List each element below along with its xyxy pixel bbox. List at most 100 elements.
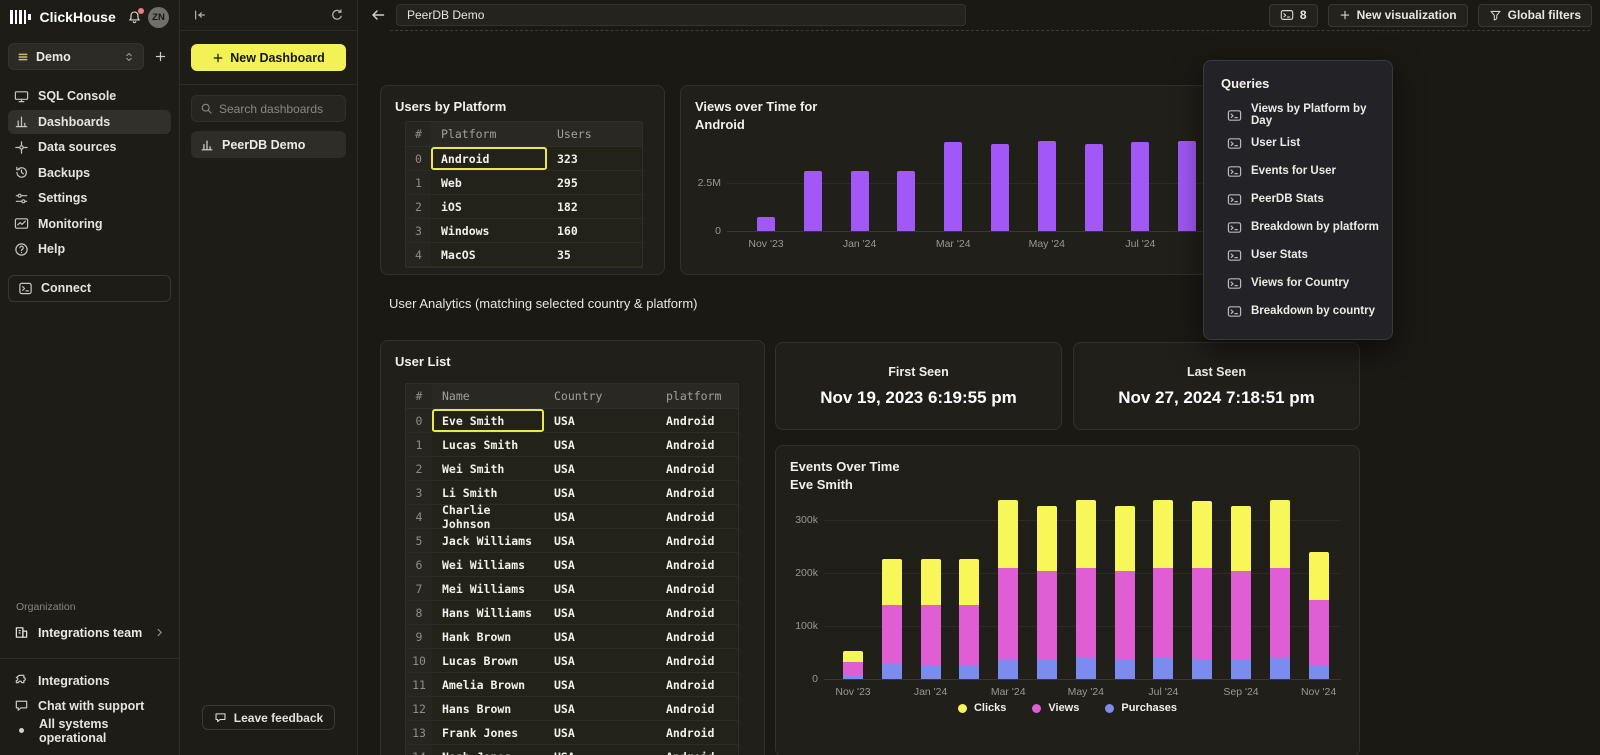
table-cell[interactable]: Lucas Brown [432, 649, 544, 673]
bar-segment[interactable] [1192, 501, 1212, 568]
avatar[interactable]: ZN [148, 7, 169, 28]
bar[interactable] [851, 171, 869, 231]
table-cell[interactable]: Android [656, 577, 738, 601]
table-cell[interactable]: Frank Jones [432, 721, 544, 745]
collapse-panel-icon[interactable] [193, 8, 207, 22]
add-service-button[interactable] [149, 50, 171, 63]
bar-segment[interactable] [998, 500, 1018, 568]
table-cell[interactable]: USA [544, 673, 656, 697]
bar-segment[interactable] [1076, 658, 1096, 679]
table-cell[interactable]: USA [544, 721, 656, 745]
table-cell[interactable]: Android [656, 433, 738, 457]
sidebar-item-monitoring[interactable]: Monitoring [8, 212, 171, 237]
bar-segment[interactable] [921, 605, 941, 665]
bar-segment[interactable] [843, 651, 863, 662]
table-cell[interactable]: Android [431, 147, 547, 171]
table-cell[interactable]: Android [656, 457, 738, 481]
queries-toggle-button[interactable]: 8 [1269, 4, 1318, 27]
table-cell[interactable]: Android [656, 481, 738, 505]
table-cell[interactable]: USA [544, 697, 656, 721]
table-cell[interactable]: USA [544, 481, 656, 505]
bar-segment[interactable] [1115, 659, 1135, 679]
table-cell[interactable]: 182 [547, 195, 642, 219]
query-item-user-list[interactable]: User List [1204, 129, 1392, 157]
service-selector[interactable]: Demo [8, 43, 144, 70]
bar-segment[interactable] [1153, 500, 1173, 567]
bar-segment[interactable] [1076, 568, 1096, 658]
query-item-user-stats[interactable]: User Stats [1204, 241, 1392, 269]
bar[interactable] [757, 217, 775, 231]
bar[interactable] [897, 171, 915, 231]
table-cell[interactable]: Windows [431, 219, 547, 243]
bar-segment[interactable] [1037, 571, 1057, 659]
bar-segment[interactable] [959, 665, 979, 679]
query-item-breakdown-by-platform[interactable]: Breakdown by platform [1204, 213, 1392, 241]
new-dashboard-button[interactable]: New Dashboard [191, 44, 346, 71]
bar-segment[interactable] [1270, 500, 1290, 568]
table-cell[interactable]: 160 [547, 219, 642, 243]
bar-segment[interactable] [1231, 571, 1251, 658]
table-cell[interactable]: Android [656, 625, 738, 649]
table-cell[interactable]: iOS [431, 195, 547, 219]
table-cell[interactable]: Amelia Brown [432, 673, 544, 697]
table-cell[interactable]: Android [656, 649, 738, 673]
dashboard-title-input[interactable] [396, 4, 966, 26]
table-cell[interactable]: Eve Smith [432, 409, 544, 433]
bar[interactable] [1178, 141, 1196, 231]
table-cell[interactable]: USA [544, 553, 656, 577]
query-item-views-for-country[interactable]: Views for Country [1204, 269, 1392, 297]
table-cell[interactable]: USA [544, 409, 656, 433]
new-visualization-button[interactable]: New visualization [1328, 4, 1468, 27]
notifications-bell-icon[interactable] [127, 10, 142, 25]
table-cell[interactable]: Jack Williams [432, 529, 544, 553]
bar-segment[interactable] [1270, 568, 1290, 658]
table-cell[interactable]: USA [544, 601, 656, 625]
bar-segment[interactable] [1037, 506, 1057, 571]
back-arrow-icon[interactable] [370, 7, 386, 23]
query-item-views-by-platform-by-day[interactable]: Views by Platform by Day [1204, 101, 1392, 129]
table-cell[interactable]: USA [544, 577, 656, 601]
bar-segment[interactable] [1153, 568, 1173, 658]
table-cell[interactable]: Android [656, 697, 738, 721]
table-cell[interactable]: Wei Smith [432, 457, 544, 481]
table-cell[interactable]: USA [544, 457, 656, 481]
bar-segment[interactable] [1153, 658, 1173, 679]
table-cell[interactable]: 295 [547, 171, 642, 195]
bar-segment[interactable] [843, 662, 863, 675]
table-cell[interactable]: Li Smith [432, 481, 544, 505]
sidebar-item-sql-console[interactable]: SQL Console [8, 84, 171, 109]
dashboard-list-item[interactable]: PeerDB Demo [191, 131, 346, 158]
table-cell[interactable]: 323 [547, 147, 642, 171]
bar[interactable] [804, 171, 822, 231]
table-cell[interactable]: USA [544, 529, 656, 553]
table-cell[interactable]: USA [544, 433, 656, 457]
table-cell[interactable]: Android [656, 745, 738, 755]
table-cell[interactable]: Mei Williams [432, 577, 544, 601]
bar-segment[interactable] [959, 605, 979, 665]
query-item-breakdown-by-country[interactable]: Breakdown by country [1204, 297, 1392, 325]
table-cell[interactable]: Noah Jones [432, 745, 544, 755]
bar-segment[interactable] [1037, 659, 1057, 679]
table-cell[interactable]: USA [544, 745, 656, 755]
sidebar-footer-all-systems-operational[interactable]: All systems operational [8, 718, 171, 743]
bar-segment[interactable] [1270, 658, 1290, 679]
bar-segment[interactable] [998, 659, 1018, 679]
bar-segment[interactable] [921, 665, 941, 679]
bar[interactable] [1131, 142, 1149, 231]
bar[interactable] [1038, 141, 1056, 231]
sidebar-item-help[interactable]: Help [8, 237, 171, 262]
bar-segment[interactable] [1309, 665, 1329, 679]
bar-segment[interactable] [998, 568, 1018, 659]
table-cell[interactable]: Android [656, 721, 738, 745]
bar-segment[interactable] [1115, 571, 1135, 659]
query-item-events-for-user[interactable]: Events for User [1204, 157, 1392, 185]
table-cell[interactable]: Android [656, 505, 738, 529]
table-cell[interactable]: Wei Williams [432, 553, 544, 577]
table-cell[interactable]: Android [656, 601, 738, 625]
sidebar-item-backups[interactable]: Backups [8, 161, 171, 186]
table-cell[interactable]: Android [656, 553, 738, 577]
table-cell[interactable]: Hank Brown [432, 625, 544, 649]
bar[interactable] [1085, 144, 1103, 231]
table-cell[interactable]: 35 [547, 243, 642, 267]
bar-segment[interactable] [1192, 568, 1212, 659]
